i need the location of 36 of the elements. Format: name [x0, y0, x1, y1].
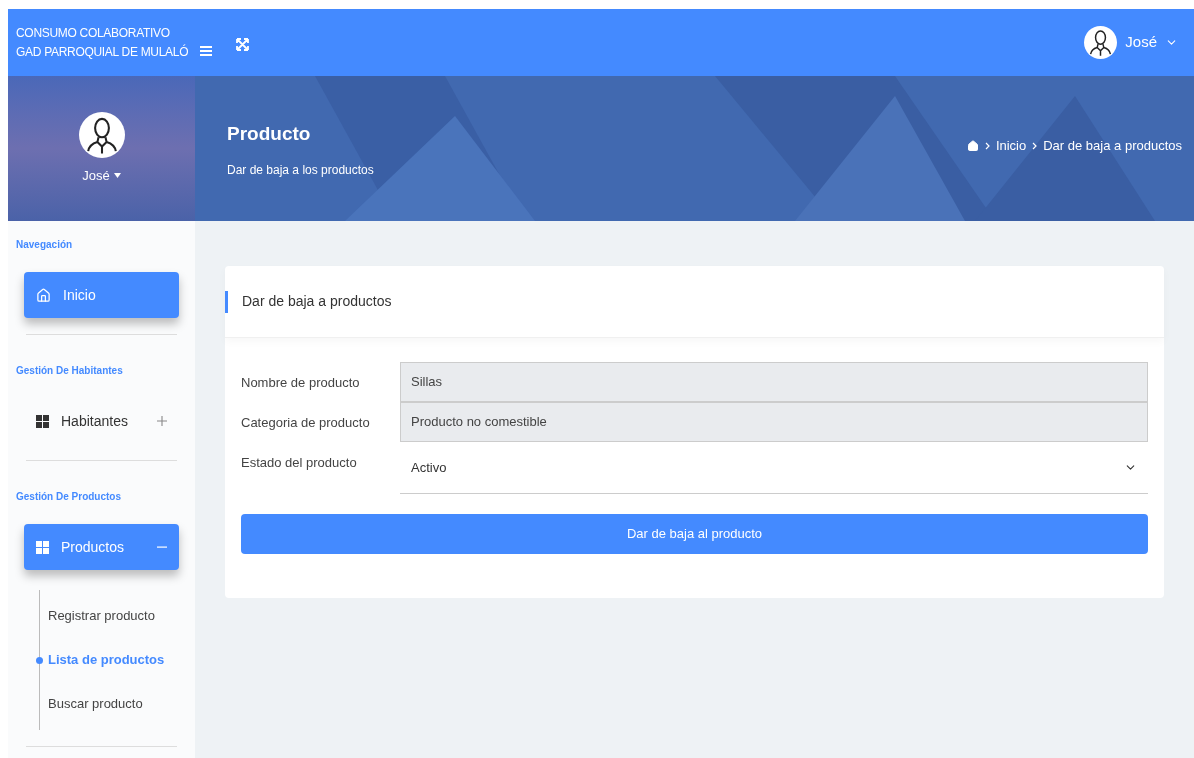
submenu-item[interactable]: Registrar producto [48, 606, 155, 626]
section-heading: Navegación [15, 238, 74, 252]
brand-text: CONSUMO COLABORATIVO [16, 24, 171, 42]
page-title: Producto [227, 122, 312, 146]
avatar-icon [78, 111, 125, 158]
section-heading: Gestión De Productos [15, 490, 122, 504]
profile-name[interactable]: José [82, 165, 121, 186]
user-menu[interactable]: José [1084, 26, 1186, 59]
submenu-item[interactable]: Lista de productos [48, 650, 165, 670]
page-subtitle: Dar de baja a los productos [227, 161, 374, 179]
sidebar-item[interactable]: Productos [24, 524, 179, 570]
section-heading: Gestión De Habitantes [15, 364, 124, 378]
caret-down-icon [113, 173, 121, 178]
home-icon [36, 287, 51, 303]
field-label: Estado del producto [241, 454, 358, 472]
sidebar-item[interactable]: Habitantes [24, 398, 179, 444]
field-label: Nombre de producto [241, 374, 361, 392]
breadcrumb-link[interactable]: Dar de baja a productos [1043, 136, 1182, 156]
input-field[interactable]: Sillas [400, 362, 1148, 402]
grid-icon [36, 414, 49, 428]
select-field[interactable]: Activo [400, 442, 1148, 494]
menu-icon[interactable] [200, 45, 213, 56]
fullscreen-icon[interactable] [236, 38, 250, 51]
sidebar-item[interactable]: Inicio [24, 272, 179, 318]
avatar-icon [1084, 26, 1118, 59]
chevron-right-icon [984, 141, 990, 150]
grid-icon [36, 540, 49, 554]
breadcrumb-link[interactable]: Inicio [995, 136, 1027, 156]
field-label: Categoria de producto [241, 414, 371, 432]
submenu-item[interactable]: Buscar producto [48, 694, 143, 714]
input-field[interactable]: Producto no comestible [400, 402, 1148, 442]
brand-text: GAD PARROQUIAL DE MULALÓ [16, 43, 189, 61]
submit-button[interactable]: Dar de baja al producto [241, 514, 1148, 554]
chevron-right-icon [1032, 141, 1038, 150]
home-icon[interactable] [966, 139, 979, 152]
card-title: Dar de baja a productos [242, 292, 392, 311]
